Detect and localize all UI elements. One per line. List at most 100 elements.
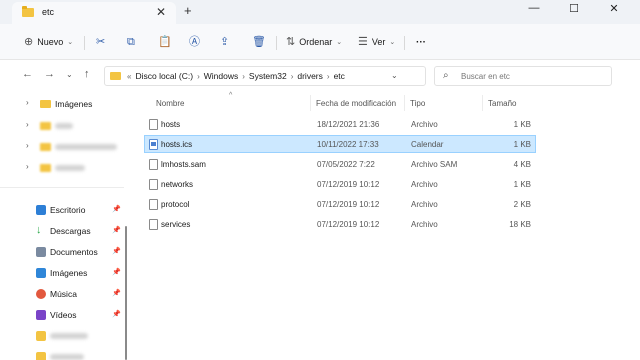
sidebar-item-videos[interactable]: Vídeos 📌 — [0, 307, 124, 323]
folder-icon — [36, 352, 46, 360]
chevron-right-icon: › — [326, 71, 330, 81]
sidebar-item-redacted[interactable]: › — [0, 118, 124, 134]
address-dropdown-icon[interactable]: ⌄ — [391, 71, 398, 80]
chevron-down-icon: ⌄ — [67, 39, 74, 46]
file-row[interactable]: services 07/12/2019 10:12 Archivo 18 KB — [144, 215, 536, 233]
sidebar-item-redacted[interactable]: › — [0, 139, 124, 155]
paste-button[interactable]: 📋 — [158, 34, 172, 50]
sidebar-scrollbar[interactable] — [125, 226, 127, 360]
breadcrumb: « Disco local (C:) › Windows › System32 … — [127, 71, 345, 81]
column-header-date[interactable]: Fecha de modificación — [316, 99, 396, 108]
sidebar-item-imagenes-tree[interactable]: › Imágenes — [0, 96, 124, 112]
sidebar-item-label: Música — [50, 289, 77, 299]
file-icon — [149, 219, 158, 230]
sidebar-item-escritorio[interactable]: Escritorio 📌 — [0, 202, 124, 218]
breadcrumb-item[interactable]: drivers — [297, 71, 323, 81]
redacted-label — [50, 333, 88, 339]
maximize-button[interactable]: ☐ — [564, 2, 584, 15]
chevron-right-icon[interactable]: › — [26, 141, 29, 150]
folder-icon — [40, 122, 51, 130]
file-size: 4 KB — [513, 160, 531, 169]
sidebar-item-redacted[interactable] — [0, 328, 124, 344]
address-bar[interactable]: « Disco local (C:) › Windows › System32 … — [104, 66, 517, 86]
sidebar-item-redacted[interactable]: › — [0, 160, 124, 176]
file-name: hosts — [161, 120, 181, 129]
chevron-right-icon[interactable]: › — [26, 120, 29, 129]
sidebar-item-imagenes[interactable]: Imágenes 📌 — [0, 265, 124, 281]
file-row[interactable]: networks 07/12/2019 10:12 Archivo 1 KB — [144, 175, 536, 193]
cut-button[interactable]: ✂ — [96, 34, 105, 50]
column-divider[interactable] — [310, 95, 311, 111]
chevron-right-icon[interactable]: › — [26, 162, 29, 171]
desktop-icon — [36, 205, 46, 215]
file-row[interactable]: hosts.ics 10/11/2022 17:33 Calendar 1 KB — [144, 135, 536, 153]
new-tab-button[interactable]: + — [184, 3, 192, 18]
delete-button[interactable]: 🗑 — [252, 34, 266, 50]
file-date: 18/12/2021 21:36 — [317, 120, 380, 129]
pin-icon[interactable]: 📌 — [112, 205, 121, 213]
file-icon — [149, 159, 158, 170]
sidebar-item-label: Descargas — [50, 226, 91, 236]
close-tab-icon[interactable]: ✕ — [156, 5, 166, 19]
search-box[interactable]: ⌕ Buscar en etc — [434, 66, 612, 86]
new-button[interactable]: ⊕ Nuevo ⌄ — [24, 34, 73, 50]
view-button[interactable]: ☰ Ver ⌄ — [358, 34, 395, 50]
folder-icon — [22, 6, 34, 17]
copy-button[interactable]: ⧉ — [127, 34, 135, 50]
close-window-button[interactable]: ✕ — [604, 2, 624, 15]
column-divider[interactable] — [404, 95, 405, 111]
redacted-label — [55, 144, 117, 150]
pin-icon[interactable]: 📌 — [112, 247, 121, 255]
file-icon — [149, 199, 158, 210]
file-name: hosts.ics — [161, 140, 193, 149]
more-icon: ··· — [416, 36, 426, 48]
back-arrow-icon[interactable]: ← — [22, 68, 33, 80]
file-row[interactable]: hosts 18/12/2021 21:36 Archivo 1 KB — [144, 115, 536, 133]
chevron-down-icon: ⌄ — [389, 39, 396, 46]
sidebar-item-documentos[interactable]: Documentos 📌 — [0, 244, 124, 260]
video-icon — [36, 310, 46, 320]
separator — [276, 36, 277, 50]
file-size: 1 KB — [513, 120, 531, 129]
tab-etc[interactable]: etc ✕ — [12, 2, 176, 24]
sidebar-item-label: Vídeos — [50, 310, 77, 320]
forward-arrow-icon[interactable]: → — [44, 68, 55, 80]
column-header-name[interactable]: Nombre — [156, 99, 184, 108]
more-options-button[interactable]: ··· — [416, 34, 426, 50]
column-divider[interactable] — [482, 95, 483, 111]
file-size: 1 KB — [513, 140, 531, 149]
minimize-button[interactable]: — — [524, 2, 544, 14]
pin-icon[interactable]: 📌 — [112, 268, 121, 276]
folder-icon — [110, 72, 121, 80]
sidebar-item-descargas[interactable]: ↓ Descargas 📌 — [0, 223, 124, 239]
share-button[interactable]: ⇪ — [220, 34, 229, 50]
overflow-chevron-icon[interactable]: « — [127, 72, 131, 81]
breadcrumb-item[interactable]: etc — [334, 71, 345, 81]
up-arrow-icon[interactable]: ↑ — [84, 68, 90, 80]
sidebar-item-label: Imágenes — [55, 99, 93, 109]
chevron-right-icon[interactable]: › — [26, 98, 29, 107]
sort-ascending-icon: ^ — [229, 92, 233, 99]
pin-icon[interactable]: 📌 — [112, 289, 121, 297]
sidebar-item-redacted[interactable] — [0, 349, 124, 360]
file-name: networks — [161, 180, 194, 189]
folder-icon — [40, 143, 51, 151]
breadcrumb-item[interactable]: Disco local (C:) — [135, 71, 193, 81]
file-row[interactable]: protocol 07/12/2019 10:12 Archivo 2 KB — [144, 195, 536, 213]
file-name: lmhosts.sam — [161, 160, 206, 169]
pin-icon[interactable]: 📌 — [112, 226, 121, 234]
breadcrumb-item[interactable]: System32 — [249, 71, 287, 81]
rename-button[interactable]: Ⓐ — [189, 34, 200, 50]
file-icon — [149, 179, 158, 190]
share-icon: ⇪ — [220, 35, 230, 48]
recent-chevron-icon[interactable]: ⌄ — [66, 70, 73, 79]
column-header-size[interactable]: Tamaño — [488, 99, 516, 108]
file-row[interactable]: lmhosts.sam 07/05/2022 7:22 Archivo SAM … — [144, 155, 536, 173]
sort-button[interactable]: ⇅ Ordenar ⌄ — [286, 34, 342, 50]
chevron-down-icon: ⌄ — [336, 39, 343, 46]
breadcrumb-item[interactable]: Windows — [204, 71, 238, 81]
sidebar-item-musica[interactable]: Música 📌 — [0, 286, 124, 302]
search-placeholder: Buscar en etc — [461, 72, 510, 81]
pin-icon[interactable]: 📌 — [112, 310, 121, 318]
column-header-type[interactable]: Tipo — [410, 99, 425, 108]
